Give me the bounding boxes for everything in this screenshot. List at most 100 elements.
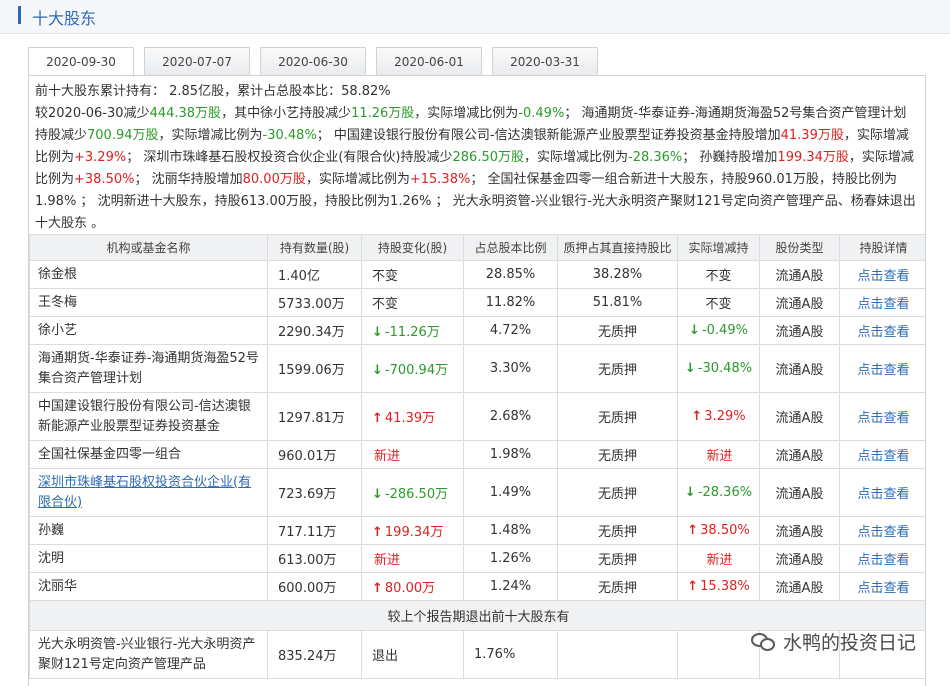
holder-qty: 2290.34万 bbox=[267, 316, 362, 345]
view-detail-link[interactable]: 点击查看 bbox=[839, 344, 925, 393]
holder-actual-value: -28.36% bbox=[685, 485, 752, 500]
col-header-pct: 占总股本比例 bbox=[463, 234, 558, 261]
holder-change: 新进 bbox=[361, 440, 464, 469]
section-title: 十大股东 bbox=[32, 9, 97, 28]
holder-qty: 1.40亿 bbox=[267, 260, 362, 289]
holder-type: 流通A股 bbox=[759, 288, 840, 317]
holder-pledge: 无质押 bbox=[557, 344, 678, 393]
holder-name: 中国建设银行股份有限公司-信达澳银新能源产业股票型证券投资基金 bbox=[29, 392, 268, 441]
holder-actual: 新进 bbox=[677, 440, 760, 469]
holder-type: 流通A股 bbox=[759, 544, 840, 573]
holder-change: 199.34万 bbox=[361, 516, 464, 545]
table-header-row: 机构或基金名称 持有数量(股) 持股变化(股) 占总股本比例 质押占其直接持股比… bbox=[29, 234, 925, 261]
col-header-qty: 持有数量(股) bbox=[267, 234, 362, 261]
holder-qty: 1599.06万 bbox=[267, 344, 362, 393]
view-detail-link[interactable]: 点击查看 bbox=[839, 288, 925, 317]
col-header-change: 持股变化(股) bbox=[361, 234, 464, 261]
holder-pledge: 无质押 bbox=[557, 316, 678, 345]
holder-pct: 11.82% bbox=[463, 288, 558, 317]
tab-period-2[interactable]: 2020-07-07 bbox=[144, 47, 250, 76]
holder-pct: 1.49% bbox=[463, 468, 558, 517]
table-row: 中国建设银行股份有限公司-信达澳银新能源产业股票型证券投资基金1297.81万 4… bbox=[29, 392, 925, 441]
holder-change: 不变 bbox=[361, 288, 464, 317]
col-header-pledge: 质押占其直接持股比 bbox=[557, 234, 678, 261]
exit-holder-pct: 1.76% bbox=[463, 630, 558, 679]
view-detail-link[interactable]: 点击查看 bbox=[839, 468, 925, 517]
holder-pledge: 51.81% bbox=[557, 288, 678, 317]
col-header-type: 股份类型 bbox=[759, 234, 840, 261]
holder-change-value: 199.34万 bbox=[372, 525, 443, 540]
watermark: 水鸭的投资日记 bbox=[750, 628, 916, 655]
wechat-icon bbox=[750, 631, 777, 653]
holder-actual-value: -0.49% bbox=[689, 323, 748, 338]
view-detail-link[interactable]: 点击查看 bbox=[839, 440, 925, 469]
view-detail-link[interactable]: 点击查看 bbox=[839, 392, 925, 441]
holder-actual-value: 新进 bbox=[706, 449, 733, 464]
table-row: 孙巍717.11万 199.34万 1.48%无质押 38.50% 流通A股点击查看 bbox=[29, 516, 925, 545]
table-row: 徐小艺2290.34万 -11.26万 4.72%无质押 -0.49% 流通A股点击查看 bbox=[29, 316, 925, 345]
holder-type: 流通A股 bbox=[759, 516, 840, 545]
table-row: 沈明 613.00万 新进 1.26% 无质押 新进 流通A股 点击查看 bbox=[29, 544, 925, 573]
holder-name: 海通期货-华泰证券-海通期货海盈52号集合资产管理计划 bbox=[29, 344, 268, 393]
holder-type: 流通A股 bbox=[759, 344, 840, 393]
view-detail-link[interactable]: 点击查看 bbox=[839, 260, 925, 289]
holder-change-value: 不变 bbox=[372, 269, 399, 284]
view-detail-link[interactable]: 点击查看 bbox=[839, 516, 925, 545]
holder-type: 流通A股 bbox=[759, 392, 840, 441]
exit-header-row: 较上个报告期退出前十大股东有 bbox=[29, 600, 925, 631]
table-row: 深圳市珠峰基石股权投资合伙企业(有限合伙)723.69万 -286.50万 1.49… bbox=[29, 468, 925, 517]
table-row: 沈丽华600.00万 80.00万 1.24%无质押 15.38% 流通A股点击查看 bbox=[29, 572, 925, 601]
holder-actual-value: -30.48% bbox=[685, 361, 752, 376]
holder-qty: 5733.00万 bbox=[267, 288, 362, 317]
holder-actual-value: 38.50% bbox=[687, 523, 749, 538]
holder-change-value: -286.50万 bbox=[372, 487, 448, 502]
holder-qty: 960.01万 bbox=[267, 440, 362, 469]
col-header-detail: 持股详情 bbox=[839, 234, 925, 261]
holder-actual-value: 新进 bbox=[706, 553, 733, 568]
holder-name: 全国社保基金四零一组合 bbox=[29, 440, 268, 469]
holder-pledge: 无质押 bbox=[557, 468, 678, 517]
holder-actual: 3.29% bbox=[677, 392, 760, 441]
watermark-text: 水鸭的投资日记 bbox=[782, 632, 916, 654]
tab-period-1[interactable]: 2020-09-30 bbox=[28, 47, 134, 77]
tab-period-3[interactable]: 2020-06-30 bbox=[260, 47, 366, 76]
summary-total: 前十大股东累计持有： 2.85亿股，累计占总股本比：58.82% bbox=[35, 84, 391, 99]
holder-pct: 1.48% bbox=[463, 516, 558, 545]
holder-pledge: 无质押 bbox=[557, 440, 678, 469]
holder-pledge: 无质押 bbox=[557, 544, 678, 573]
holder-change-value: 不变 bbox=[372, 297, 399, 312]
holder-change-value: -11.26万 bbox=[372, 325, 440, 340]
holder-actual: 38.50% bbox=[677, 516, 760, 545]
summary-changes: 较2020-06-30减少444.38万股，其中徐小艺持股减少11.26万股，实… bbox=[35, 106, 916, 231]
holder-change-value: -700.94万 bbox=[372, 363, 448, 378]
exit-holder-change: 退出 bbox=[361, 630, 464, 679]
tab-period-5[interactable]: 2020-03-31 bbox=[492, 47, 598, 76]
holder-change-value: 新进 bbox=[374, 553, 401, 568]
view-detail-link[interactable]: 点击查看 bbox=[839, 316, 925, 345]
exit-holder-pledge bbox=[557, 630, 678, 679]
holder-actual: -30.48% bbox=[677, 344, 760, 393]
view-detail-link[interactable]: 点击查看 bbox=[839, 544, 925, 573]
holder-name[interactable]: 深圳市珠峰基石股权投资合伙企业(有限合伙) bbox=[29, 468, 268, 517]
holder-change: -11.26万 bbox=[361, 316, 464, 345]
holder-change: -700.94万 bbox=[361, 344, 464, 393]
holder-actual: 不变 bbox=[677, 288, 760, 317]
holder-type: 流通A股 bbox=[759, 316, 840, 345]
holder-pct: 2.68% bbox=[463, 392, 558, 441]
holder-pct: 3.30% bbox=[463, 344, 558, 393]
col-header-actual: 实际增减持 bbox=[677, 234, 760, 261]
view-detail-link[interactable]: 点击查看 bbox=[839, 572, 925, 601]
tab-period-4[interactable]: 2020-06-01 bbox=[376, 47, 482, 76]
exit-header: 较上个报告期退出前十大股东有 bbox=[29, 600, 925, 631]
holder-actual: 不变 bbox=[677, 260, 760, 289]
holder-change-value: 41.39万 bbox=[372, 411, 435, 426]
holder-pledge: 无质押 bbox=[557, 516, 678, 545]
holder-pct: 1.26% bbox=[463, 544, 558, 573]
holder-change: 41.39万 bbox=[361, 392, 464, 441]
holder-type: 流通A股 bbox=[759, 572, 840, 601]
holder-qty: 613.00万 bbox=[267, 544, 362, 573]
holder-actual-value: 15.38% bbox=[687, 579, 749, 594]
section-accent-bar bbox=[18, 6, 21, 24]
period-tabs: 2020-09-30 2020-07-07 2020-06-30 2020-06… bbox=[28, 47, 598, 77]
table-row: 王冬梅 5733.00万 不变 11.82% 51.81% 不变 流通A股 点击查看 bbox=[29, 288, 925, 317]
